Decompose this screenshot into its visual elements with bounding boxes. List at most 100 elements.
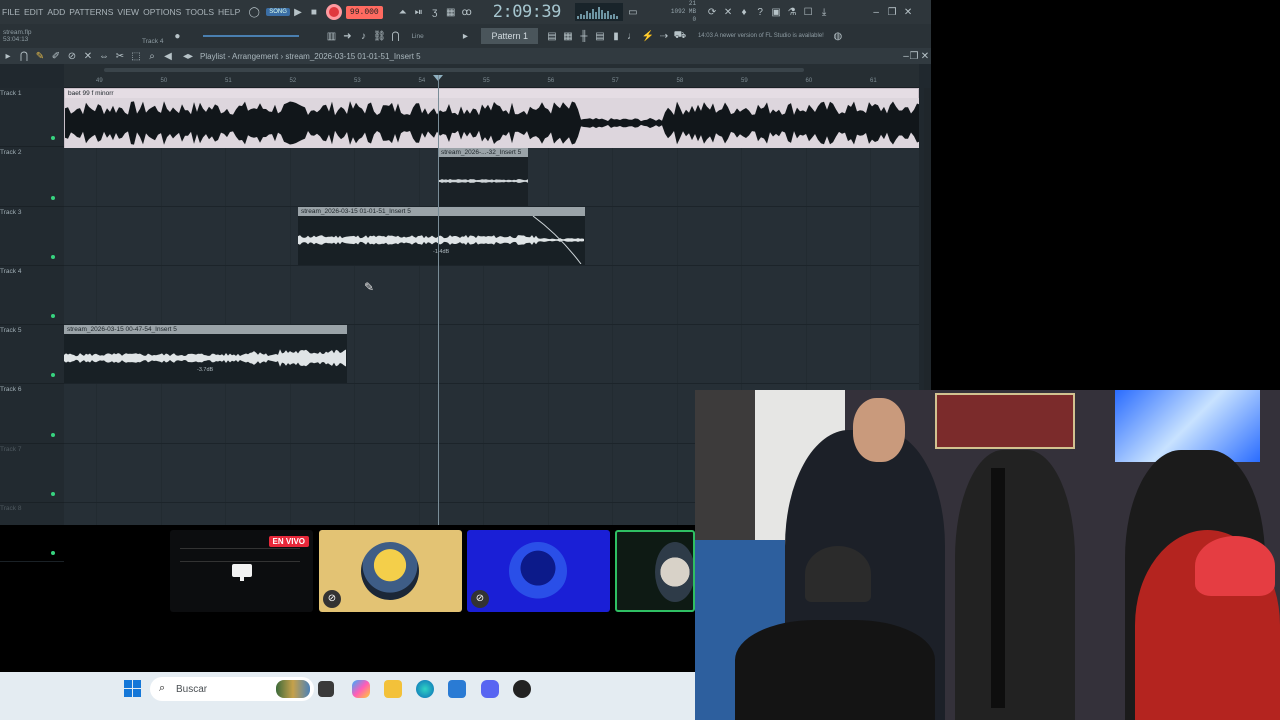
audio-clip[interactable]: stream_2026-...-32_Insert 5	[438, 148, 528, 206]
start-button-icon[interactable]	[124, 680, 141, 697]
timeline-ruler[interactable]: 49 50 51 52 53 54 55 56 57 58 59 60 61	[64, 64, 919, 88]
effect-icon[interactable]: ⚡	[640, 28, 656, 44]
slice-tool-icon[interactable]: ✂	[112, 48, 128, 64]
audio-clip[interactable]: stream_2026-03-15 01-01-51_Insert 5 -1.4…	[298, 207, 585, 265]
flow-icon[interactable]: ⇢	[656, 28, 672, 44]
record-icon[interactable]	[325, 4, 342, 20]
blend-notes-icon[interactable]: ꝏ	[459, 4, 475, 20]
song-mode-toggle[interactable]: SONG	[266, 8, 290, 16]
globe-icon[interactable]: ◍	[830, 28, 846, 44]
participant-tile[interactable]	[615, 530, 695, 612]
paint-tool-icon[interactable]: ✐	[48, 48, 64, 64]
close-icon[interactable]: ✕	[900, 4, 916, 20]
chat-icon[interactable]: ☐	[800, 4, 816, 20]
link-icon[interactable]: ⛓	[371, 28, 387, 44]
store-icon[interactable]	[448, 680, 466, 698]
select-tool-icon[interactable]: ⬚	[128, 48, 144, 64]
arrow-right-icon[interactable]: ➜	[339, 28, 355, 44]
playlist-menu-icon[interactable]: ◂▸	[180, 48, 196, 64]
zoom-tool-icon[interactable]: ⌕	[144, 48, 160, 64]
plugin-database-icon[interactable]: ▮	[608, 28, 624, 44]
menu-view[interactable]: VIEW	[117, 7, 139, 17]
master-volume-slider[interactable]	[203, 35, 300, 37]
playhead[interactable]	[438, 75, 439, 525]
participant-tile[interactable]: ⊘	[467, 530, 610, 612]
menu-options[interactable]: OPTIONS	[143, 7, 181, 17]
master-volume-knob-icon[interactable]: ◯	[246, 4, 262, 20]
delete-tool-icon[interactable]: ⊘	[64, 48, 80, 64]
slip-tool-icon[interactable]: ⇔	[96, 48, 112, 64]
piano-roll-icon[interactable]: ▥	[323, 28, 339, 44]
countdown-icon[interactable]: ⏯	[411, 4, 427, 20]
copilot-icon[interactable]	[352, 680, 370, 698]
menu-help[interactable]: HELP	[218, 7, 240, 17]
discord-icon[interactable]	[481, 680, 499, 698]
track-header[interactable]: Track 5	[0, 325, 64, 385]
task-view-icon[interactable]	[318, 681, 334, 697]
track-active-led[interactable]	[51, 432, 55, 437]
loop-record-icon[interactable]: ▦	[443, 4, 459, 20]
menu-edit[interactable]: EDIT	[24, 7, 43, 17]
download-icon[interactable]: ⤓	[816, 4, 832, 20]
file-explorer-icon[interactable]	[384, 680, 402, 698]
step-edit-icon[interactable]: ʒ	[427, 4, 443, 20]
track-header[interactable]: Track 1	[0, 88, 64, 148]
minimize-icon[interactable]: –	[868, 4, 884, 20]
track-active-led[interactable]	[51, 195, 55, 200]
slice-icon[interactable]: ♪	[355, 28, 371, 44]
tempo-tapper-icon[interactable]: ♩	[624, 28, 640, 44]
browser-icon[interactable]: ▤	[592, 28, 608, 44]
update-notice[interactable]: 14:03 A newer version of FL Studio is av…	[698, 33, 824, 40]
audio-clip[interactable]: baet 99 f minorr	[64, 88, 919, 148]
draw-tool-icon[interactable]: ✎	[32, 48, 48, 64]
participant-tile[interactable]: ⊘	[319, 530, 462, 612]
microphone-icon[interactable]: ♦	[736, 4, 752, 20]
track-active-led[interactable]	[51, 254, 55, 259]
menu-tools[interactable]: TOOLS	[185, 7, 214, 17]
plugin-icon[interactable]: ⚗	[784, 4, 800, 20]
restore-icon[interactable]: ❐	[884, 4, 900, 20]
arrow-left-icon[interactable]: ▸	[457, 28, 473, 44]
track-header[interactable]: Track 8	[0, 503, 64, 563]
menu-file[interactable]: FILE	[2, 7, 20, 17]
edge-browser-icon[interactable]	[416, 680, 434, 698]
save-icon[interactable]: ▣	[768, 4, 784, 20]
mute-tool-icon[interactable]: ✕	[80, 48, 96, 64]
taskbar-search[interactable]: ⌕ Buscar	[150, 677, 314, 701]
track-header[interactable]: Track 7	[0, 444, 64, 504]
track-active-led[interactable]	[51, 373, 55, 378]
magnet-icon[interactable]: ⋂	[387, 28, 403, 44]
tempo-display[interactable]: 99.000	[345, 5, 383, 19]
playlist-icon[interactable]: ▤	[544, 28, 560, 44]
scrollbar[interactable]	[104, 68, 804, 72]
tools-icon[interactable]: ✕	[720, 4, 736, 20]
folder-icon[interactable]: ▭	[625, 4, 641, 20]
menu-add[interactable]: ADD	[47, 7, 65, 17]
track-active-led[interactable]	[51, 492, 55, 497]
arrow-right-icon[interactable]: ▸	[0, 48, 16, 64]
metronome-icon[interactable]: ⏶	[395, 4, 411, 20]
mixer-icon[interactable]: ╫	[576, 28, 592, 44]
track-header[interactable]: Track 3	[0, 207, 64, 266]
master-pitch-knob-icon[interactable]: ●	[169, 28, 185, 44]
cart-icon[interactable]: ⛟	[672, 28, 688, 44]
help-icon[interactable]: ?	[752, 4, 768, 20]
menu-patterns[interactable]: PATTERNS	[69, 7, 113, 17]
stop-icon[interactable]: ■	[306, 4, 322, 20]
track-lane[interactable]	[64, 266, 919, 326]
playback-tool-icon[interactable]: ◀	[160, 48, 176, 64]
screen-share-tile[interactable]: EN VIVO	[170, 530, 313, 612]
track-header[interactable]: Track 4	[0, 266, 64, 326]
fl-studio-taskbar-icon[interactable]	[513, 680, 531, 698]
track-active-led[interactable]	[51, 314, 55, 319]
refresh-icon[interactable]: ⟳	[704, 4, 720, 20]
pattern-selector[interactable]: Pattern 1	[481, 28, 538, 44]
snap-selector[interactable]: Line	[411, 33, 457, 40]
magnet-icon[interactable]: ⋂	[16, 48, 32, 64]
play-icon[interactable]: ▶	[290, 4, 306, 20]
channel-rack-icon[interactable]: ▦	[560, 28, 576, 44]
close-icon[interactable]: ✕	[917, 48, 933, 64]
track-active-led[interactable]	[51, 551, 55, 556]
track-active-led[interactable]	[51, 136, 55, 141]
track-header[interactable]: Track 6	[0, 384, 64, 444]
